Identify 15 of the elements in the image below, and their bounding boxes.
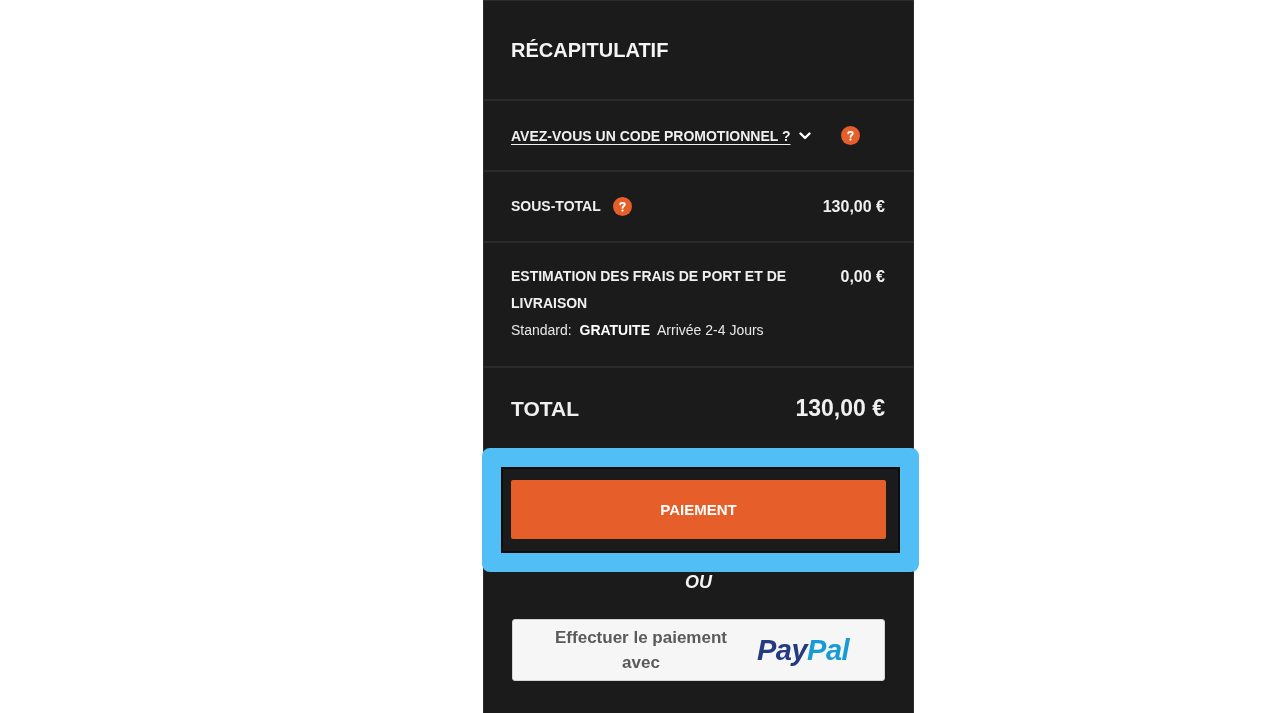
checkout-button[interactable]: PAIEMENT: [511, 480, 886, 539]
or-separator: OU: [685, 572, 712, 592]
total-value: 130,00 €: [795, 395, 885, 422]
promo-code-link[interactable]: AVEZ-VOUS UN CODE PROMOTIONNEL ?: [511, 127, 791, 144]
help-icon[interactable]: [612, 197, 632, 216]
subtotal-value: 130,00 €: [822, 197, 885, 217]
shipping-detail: Standard: GRATUITE Arrivée 2-4 Jours: [511, 321, 765, 340]
subtotal-label: SOUS-TOTAL: [511, 197, 601, 216]
summary-title: RÉCAPITULATIF: [511, 38, 669, 62]
total-label: TOTAL: [511, 396, 580, 422]
shipping-value: 0,00 €: [840, 267, 885, 287]
paypal-button[interactable]: Effectuer le paiement avec PayPal: [512, 619, 885, 681]
help-icon[interactable]: [840, 126, 860, 145]
chevron-down-icon[interactable]: [798, 131, 811, 140]
shipping-label: ESTIMATION DES FRAIS DE PORT ET DE LIVRAISON: [511, 267, 788, 313]
